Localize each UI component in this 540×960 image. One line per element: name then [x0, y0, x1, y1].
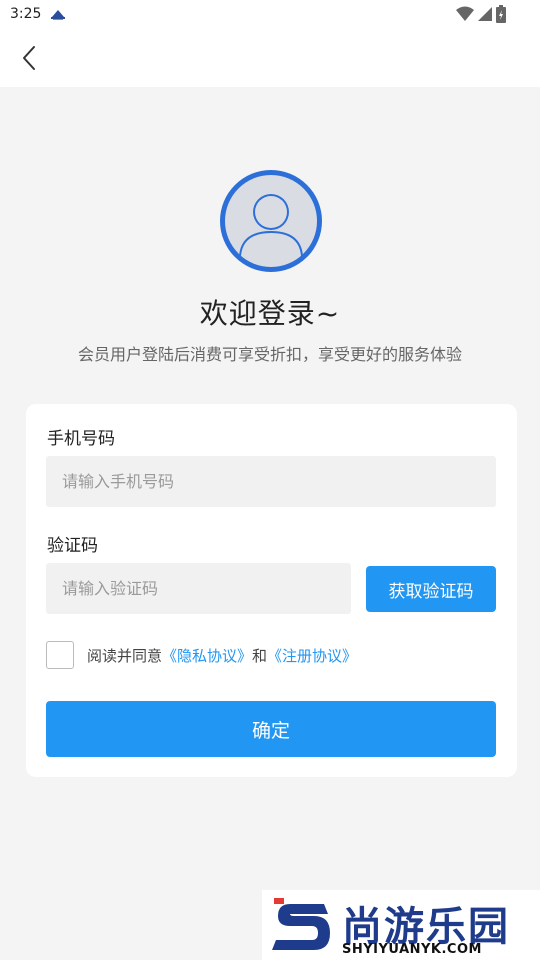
agree-prefix-text: 阅读并同意 [87, 646, 163, 665]
welcome-subtitle: 会员用户登陆后消费可享受折扣，享受更好的服务体验 [77, 345, 462, 364]
wifi-icon [456, 6, 474, 21]
app-notification-icon [51, 10, 65, 20]
phone-input[interactable] [46, 456, 496, 507]
signal-icon [478, 7, 492, 21]
agreement-row: 阅读并同意 《隐私协议》 和 《注册协议》 [46, 640, 357, 670]
avatar-icon [225, 175, 317, 267]
register-agreement-link[interactable]: 《注册协议》 [267, 645, 357, 666]
status-time: 3:25 [10, 6, 42, 22]
get-code-button[interactable]: 获取验证码 [366, 566, 496, 612]
back-icon[interactable] [14, 42, 46, 74]
top-nav-bar [0, 30, 540, 87]
code-label: 验证码 [47, 536, 98, 556]
agree-and-text: 和 [252, 646, 268, 665]
avatar [220, 170, 322, 272]
battery-icon [496, 5, 506, 23]
watermark: 尚游乐园 SHYIYUANYK.COM [262, 890, 540, 960]
code-input[interactable] [46, 563, 351, 614]
watermark-logo-icon [272, 898, 330, 950]
status-icons [456, 5, 506, 23]
phone-label: 手机号码 [47, 429, 115, 449]
login-card: 手机号码 验证码 获取验证码 阅读并同意 《隐私协议》 和 《注册协议》 确定 [26, 404, 517, 777]
status-bar: 3:25 [0, 0, 540, 30]
agree-checkbox[interactable] [46, 641, 74, 669]
welcome-title: 欢迎登录~ [199, 297, 341, 330]
confirm-button[interactable]: 确定 [46, 701, 496, 757]
privacy-agreement-link[interactable]: 《隐私协议》 [162, 645, 252, 666]
watermark-url: SHYIYUANYK.COM [342, 942, 482, 957]
